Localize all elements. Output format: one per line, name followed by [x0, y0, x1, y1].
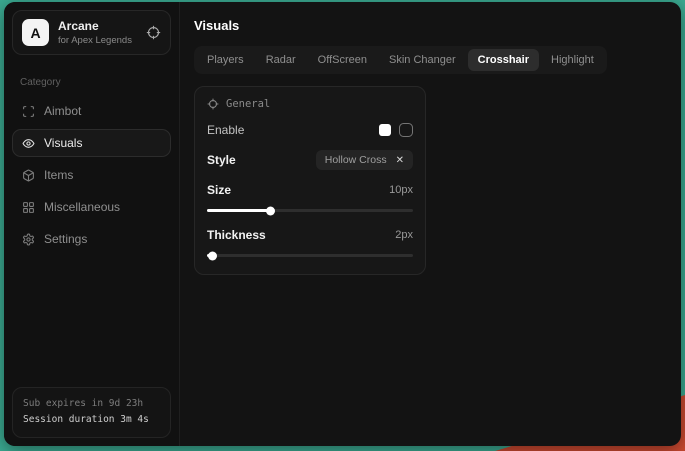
panel-title: General	[226, 98, 270, 110]
session-duration-text: Session duration 3m 4s	[23, 412, 160, 429]
visuals-eye-icon	[22, 137, 35, 150]
enable-checkbox[interactable]	[399, 123, 413, 137]
app-subtitle: for Apex Legends	[58, 35, 132, 46]
settings-gear-icon	[22, 233, 35, 246]
tab-players[interactable]: Players	[197, 49, 254, 71]
subscription-card: Sub expires in 9d 23h Session duration 3…	[12, 387, 171, 438]
thickness-row: Thickness 2px	[207, 228, 413, 242]
clear-icon[interactable]: ✕	[396, 155, 404, 166]
style-label: Style	[207, 153, 236, 167]
sidebar-item-label: Aimbot	[44, 104, 81, 118]
items-box-icon	[22, 169, 35, 182]
app-window: A Arcane for Apex Legends Category Aimbo…	[4, 2, 681, 446]
thickness-group: Thickness 2px	[207, 228, 413, 260]
page-title: Visuals	[194, 18, 667, 33]
size-slider-track[interactable]	[207, 209, 413, 212]
enable-row: Enable	[207, 123, 413, 137]
tab-highlight[interactable]: Highlight	[541, 49, 604, 71]
size-label: Size	[207, 183, 231, 197]
sidebar-item-miscellaneous[interactable]: Miscellaneous	[12, 193, 171, 221]
size-slider[interactable]	[207, 206, 413, 215]
sidebar-item-label: Settings	[44, 232, 87, 246]
crosshair-icon	[207, 98, 219, 110]
brand-card: A Arcane for Apex Legends	[12, 10, 171, 55]
sidebar-item-label: Miscellaneous	[44, 200, 120, 214]
thickness-slider[interactable]	[207, 251, 413, 260]
sidebar: A Arcane for Apex Legends Category Aimbo…	[4, 2, 180, 446]
size-slider-thumb[interactable]	[266, 206, 275, 215]
general-panel: General Enable Style Hollow Cross ✕ Size	[194, 86, 426, 275]
tab-radar[interactable]: Radar	[256, 49, 306, 71]
thickness-slider-fill	[207, 254, 213, 257]
sidebar-item-items[interactable]: Items	[12, 161, 171, 189]
style-select[interactable]: Hollow Cross ✕	[316, 150, 413, 170]
app-title: Arcane	[58, 19, 132, 33]
sidebar-item-settings[interactable]: Settings	[12, 225, 171, 253]
target-icon[interactable]	[146, 25, 161, 40]
tab-skin-changer[interactable]: Skin Changer	[379, 49, 466, 71]
aimbot-scan-icon	[22, 105, 35, 118]
enable-label: Enable	[207, 123, 244, 137]
main-content: Visuals Players Radar OffScreen Skin Cha…	[180, 2, 681, 446]
thickness-slider-thumb[interactable]	[208, 251, 217, 260]
sidebar-item-label: Items	[44, 168, 73, 182]
app-logo: A	[22, 19, 49, 46]
size-slider-fill	[207, 209, 271, 212]
thickness-value: 2px	[395, 229, 413, 241]
sub-expires-text: Sub expires in 9d 23h	[23, 396, 160, 413]
panel-header: General	[207, 98, 413, 110]
size-group: Size 10px	[207, 183, 413, 215]
style-select-value: Hollow Cross	[325, 154, 387, 166]
crosshair-color-swatch[interactable]	[379, 124, 391, 136]
tab-crosshair[interactable]: Crosshair	[468, 49, 539, 71]
sidebar-item-visuals[interactable]: Visuals	[12, 129, 171, 157]
size-row: Size 10px	[207, 183, 413, 197]
size-value: 10px	[389, 184, 413, 196]
miscellaneous-grid-icon	[22, 201, 35, 214]
visuals-tab-bar: Players Radar OffScreen Skin Changer Cro…	[194, 46, 607, 74]
category-label: Category	[20, 77, 163, 88]
brand-text: Arcane for Apex Legends	[58, 19, 132, 46]
thickness-label: Thickness	[207, 228, 266, 242]
style-row: Style Hollow Cross ✕	[207, 150, 413, 170]
thickness-slider-track[interactable]	[207, 254, 413, 257]
tab-offscreen[interactable]: OffScreen	[308, 49, 377, 71]
sidebar-item-aimbot[interactable]: Aimbot	[12, 97, 171, 125]
sidebar-item-label: Visuals	[44, 136, 82, 150]
